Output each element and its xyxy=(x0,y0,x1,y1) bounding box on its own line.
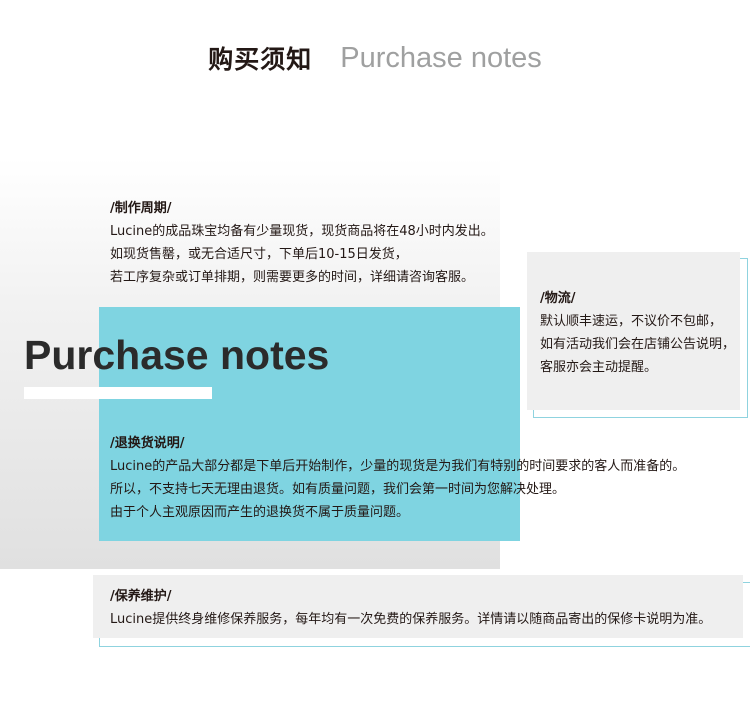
returns-heading: /退换货说明/ xyxy=(110,436,185,451)
care-section: /保养维护/ Lucine提供终身维修保养服务，每年均有一次免费的保养服务。详情… xyxy=(110,585,711,631)
page-title-en: Purchase notes xyxy=(340,41,542,74)
care-line: Lucine提供终身维修保养服务，每年均有一次免费的保养服务。详情请以随商品寄出… xyxy=(110,612,712,627)
page-title-cn: 购买须知 xyxy=(208,45,313,74)
production-cycle-section: /制作周期/ Lucine的成品珠宝均备有少量现货，现货商品将在48小时内发出。… xyxy=(110,197,494,289)
page-header: 购买须知 Purchase notes xyxy=(0,40,750,76)
banner-title: Purchase notes xyxy=(24,332,330,378)
returns-line: 由于个人主观原因而产生的退换货不属于质量问题。 xyxy=(110,505,410,520)
banner-underline-bar xyxy=(24,387,212,399)
logistics-section: /物流/ 默认顺丰速运，不议价不包邮， 如有活动我们会在店铺公告说明， 客服亦会… xyxy=(540,287,735,379)
logistics-line: 客服亦会主动提醒。 xyxy=(540,360,658,375)
care-heading: /保养维护/ xyxy=(110,589,172,604)
logistics-line: 如有活动我们会在店铺公告说明， xyxy=(540,337,736,352)
returns-section: /退换货说明/ Lucine的产品大部分都是下单后开始制作，少量的现货是为我们有… xyxy=(110,432,685,524)
production-cycle-heading: /制作周期/ xyxy=(110,201,172,216)
purchase-notes-page: 购买须知 Purchase notes Purchase notes /制作周期/… xyxy=(0,0,750,710)
production-cycle-line: 若工序复杂或订单排期，则需要更多的时间，详细请咨询客服。 xyxy=(110,270,475,285)
production-cycle-line: 如现货售罄，或无合适尺寸，下单后10-15日发货， xyxy=(110,247,408,262)
logistics-line: 默认顺丰速运，不议价不包邮， xyxy=(540,314,723,329)
production-cycle-line: Lucine的成品珠宝均备有少量现货，现货商品将在48小时内发出。 xyxy=(110,224,494,239)
returns-line: Lucine的产品大部分都是下单后开始制作，少量的现货是为我们有特别的时间要求的… xyxy=(110,459,686,474)
logistics-heading: /物流/ xyxy=(540,291,576,306)
returns-line: 所以，不支持七天无理由退货。如有质量问题，我们会第一时间为您解决处理。 xyxy=(110,482,566,497)
